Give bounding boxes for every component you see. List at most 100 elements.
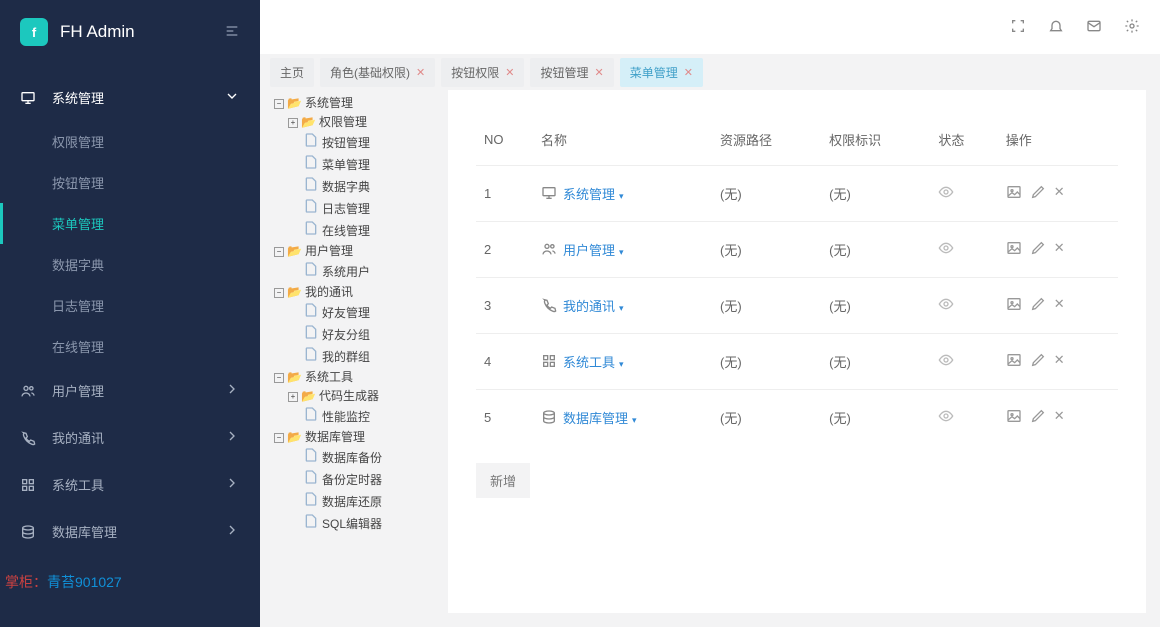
phone-icon bbox=[541, 299, 557, 314]
tree-label: 备份定时器 bbox=[322, 471, 382, 490]
nav-item-grid[interactable]: 系统工具 bbox=[0, 461, 260, 508]
watermark: 掌柜：青苔901027 bbox=[5, 572, 122, 592]
submenu-item[interactable]: 按钮管理 bbox=[0, 162, 260, 203]
tab[interactable]: 菜单管理✕ bbox=[620, 58, 703, 87]
nav-item-phone[interactable]: 我的通讯 bbox=[0, 414, 260, 461]
file-icon bbox=[303, 176, 319, 198]
tree-node[interactable]: −📂我的通讯 bbox=[274, 283, 434, 302]
tree-node[interactable]: 我的群组 bbox=[274, 346, 434, 368]
edit-action-icon[interactable] bbox=[1030, 184, 1046, 203]
edit-action-icon[interactable] bbox=[1030, 240, 1046, 259]
tab[interactable]: 角色(基础权限)✕ bbox=[320, 58, 435, 87]
chevron-down-icon: ▾ bbox=[619, 247, 624, 257]
nav-item-monitor[interactable]: 系统管理 bbox=[0, 74, 260, 121]
submenu-item[interactable]: 数据字典 bbox=[0, 244, 260, 285]
tree-expand-icon[interactable]: − bbox=[274, 288, 284, 298]
nav-item-users[interactable]: 用户管理 bbox=[0, 367, 260, 414]
tree-node[interactable]: 在线管理 bbox=[274, 220, 434, 242]
tree-expand-icon[interactable]: − bbox=[274, 433, 284, 443]
nav-label: 我的通讯 bbox=[52, 428, 104, 447]
tree-node[interactable]: −📂数据库管理 bbox=[274, 428, 434, 447]
submenu-item[interactable]: 菜单管理 bbox=[0, 203, 260, 244]
tree-node[interactable]: 系统用户 bbox=[274, 261, 434, 283]
brand-logo: f bbox=[20, 18, 48, 46]
edit-action-icon[interactable] bbox=[1030, 352, 1046, 371]
eye-icon[interactable] bbox=[938, 188, 954, 203]
eye-icon[interactable] bbox=[938, 412, 954, 427]
eye-icon[interactable] bbox=[938, 356, 954, 371]
tab[interactable]: 按钮管理✕ bbox=[530, 58, 613, 87]
image-action-icon[interactable] bbox=[1006, 184, 1022, 203]
edit-action-icon[interactable] bbox=[1030, 408, 1046, 427]
nav-item-db[interactable]: 数据库管理 bbox=[0, 508, 260, 555]
name-link[interactable]: 我的通讯▾ bbox=[563, 299, 624, 314]
name-link[interactable]: 系统工具▾ bbox=[563, 355, 624, 370]
tree-node[interactable]: 数据库备份 bbox=[274, 447, 434, 469]
grid-icon bbox=[20, 477, 38, 493]
image-action-icon[interactable] bbox=[1006, 352, 1022, 371]
tree-node[interactable]: 备份定时器 bbox=[274, 469, 434, 491]
add-button[interactable]: 新增 bbox=[476, 463, 530, 498]
cell-no: 1 bbox=[476, 166, 533, 222]
image-action-icon[interactable] bbox=[1006, 296, 1022, 315]
fullscreen-button[interactable] bbox=[1010, 18, 1026, 37]
delete-action-icon[interactable]: ✕ bbox=[1054, 296, 1065, 315]
submenu-item[interactable]: 日志管理 bbox=[0, 285, 260, 326]
file-icon bbox=[303, 261, 319, 283]
delete-action-icon[interactable]: ✕ bbox=[1054, 184, 1065, 203]
tree-label: 性能监控 bbox=[322, 408, 370, 427]
image-action-icon[interactable] bbox=[1006, 408, 1022, 427]
tree-label: 日志管理 bbox=[322, 200, 370, 219]
edit-action-icon[interactable] bbox=[1030, 296, 1046, 315]
settings-button[interactable] bbox=[1124, 18, 1140, 37]
submenu-item[interactable]: 在线管理 bbox=[0, 326, 260, 367]
tree-label: 系统工具 bbox=[305, 368, 353, 387]
name-link[interactable]: 系统管理▾ bbox=[563, 187, 624, 202]
tree-node[interactable]: 日志管理 bbox=[274, 198, 434, 220]
file-icon bbox=[303, 324, 319, 346]
tree-node[interactable]: 数据库还原 bbox=[274, 491, 434, 513]
monitor-icon bbox=[20, 90, 38, 106]
tree-node[interactable]: 性能监控 bbox=[274, 406, 434, 428]
tree-expand-icon[interactable]: + bbox=[288, 392, 298, 402]
tree-node[interactable]: −📂用户管理 bbox=[274, 242, 434, 261]
delete-action-icon[interactable]: ✕ bbox=[1054, 352, 1065, 371]
eye-icon[interactable] bbox=[938, 244, 954, 259]
tab[interactable]: 主页 bbox=[270, 58, 314, 87]
tree-node[interactable]: SQL编辑器 bbox=[274, 513, 434, 535]
tree-node[interactable]: −📂系统工具 bbox=[274, 368, 434, 387]
notifications-button[interactable] bbox=[1048, 18, 1064, 37]
cell-name: 系统管理▾ bbox=[533, 166, 712, 222]
messages-button[interactable] bbox=[1086, 18, 1102, 37]
tree-node[interactable]: −📂系统管理 bbox=[274, 94, 434, 113]
tree-node[interactable]: 按钮管理 bbox=[274, 132, 434, 154]
delete-action-icon[interactable]: ✕ bbox=[1054, 408, 1065, 427]
tab-close-icon[interactable]: ✕ bbox=[505, 66, 514, 79]
name-link[interactable]: 用户管理▾ bbox=[563, 243, 624, 258]
tree-node[interactable]: 数据字典 bbox=[274, 176, 434, 198]
tree-node[interactable]: 菜单管理 bbox=[274, 154, 434, 176]
folder-icon: 📂 bbox=[301, 387, 316, 406]
cell-no: 5 bbox=[476, 390, 533, 446]
tab[interactable]: 按钮权限✕ bbox=[441, 58, 524, 87]
tree-node[interactable]: +📂权限管理 bbox=[274, 113, 434, 132]
name-link[interactable]: 数据库管理▾ bbox=[563, 411, 637, 426]
delete-action-icon[interactable]: ✕ bbox=[1054, 240, 1065, 259]
tab-close-icon[interactable]: ✕ bbox=[416, 66, 425, 79]
tree-expand-icon[interactable]: − bbox=[274, 373, 284, 383]
tab-close-icon[interactable]: ✕ bbox=[684, 66, 693, 79]
eye-icon[interactable] bbox=[938, 300, 954, 315]
users-icon bbox=[541, 243, 557, 258]
tree-expand-icon[interactable]: + bbox=[288, 118, 298, 128]
tree-node[interactable]: 好友分组 bbox=[274, 324, 434, 346]
tree-node[interactable]: 好友管理 bbox=[274, 302, 434, 324]
tree-expand-icon[interactable]: − bbox=[274, 99, 284, 109]
submenu-item[interactable]: 权限管理 bbox=[0, 121, 260, 162]
tree-expand-icon[interactable]: − bbox=[274, 247, 284, 257]
chevron-down-icon: ▾ bbox=[619, 359, 624, 369]
tab-close-icon[interactable]: ✕ bbox=[594, 66, 603, 79]
image-action-icon[interactable] bbox=[1006, 240, 1022, 259]
sidebar-collapse-button[interactable] bbox=[224, 23, 240, 42]
tabbar: 主页角色(基础权限)✕按钮权限✕按钮管理✕菜单管理✕ bbox=[260, 54, 1160, 90]
tree-node[interactable]: +📂代码生成器 bbox=[274, 387, 434, 406]
